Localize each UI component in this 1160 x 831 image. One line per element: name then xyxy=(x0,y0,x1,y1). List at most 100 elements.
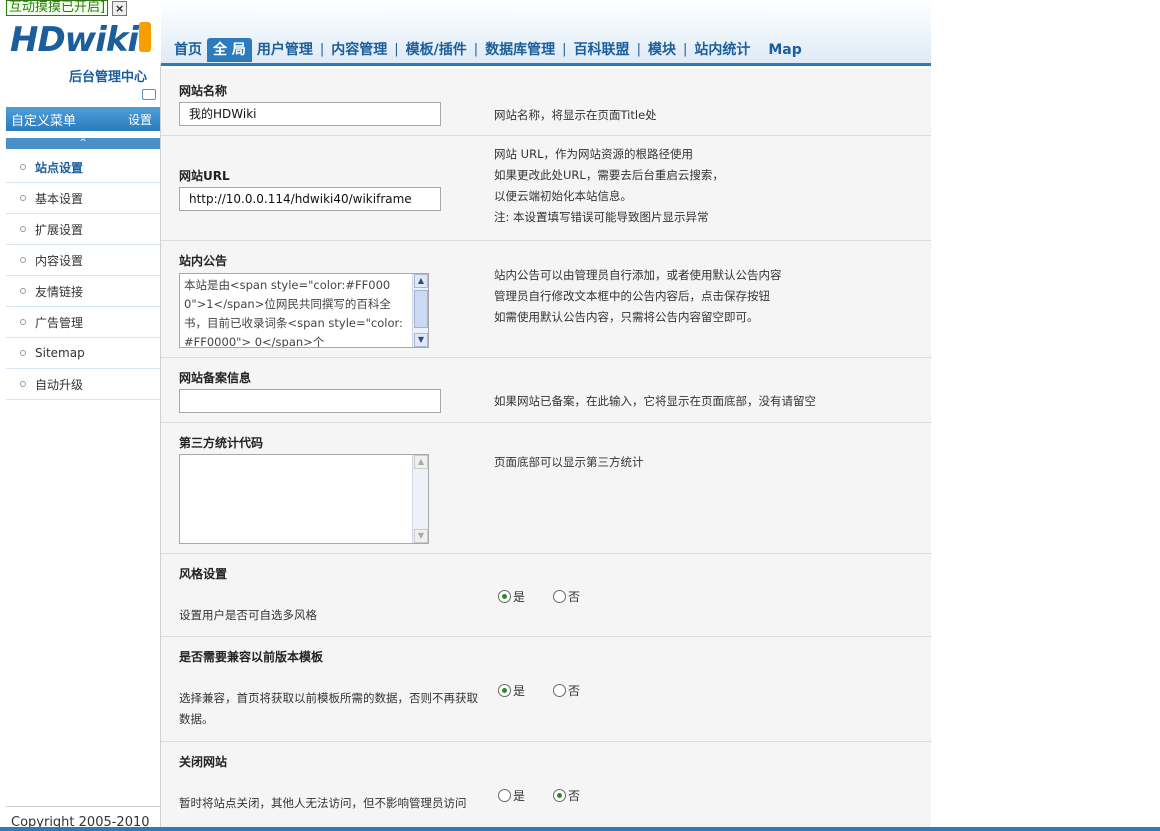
left-panel: 互动摸摸已开启] × HDwiki 后台管理中心 自定义菜单 设置 ^ 站点设置… xyxy=(0,0,161,831)
sidebar-item-label: 友情链接 xyxy=(35,284,84,299)
notice-desc-line: 管理员自行修改文本框中的公告内容后，点击保存按钮 xyxy=(494,289,770,303)
radio-icon[interactable] xyxy=(498,590,511,603)
style-radio-yes[interactable]: 是 xyxy=(498,588,525,605)
bottom-border xyxy=(0,827,1160,831)
sidebar-item-label: 站点设置 xyxy=(35,160,84,175)
bullet-icon xyxy=(20,381,26,387)
sidebar-item-content-settings[interactable]: 内容设置 xyxy=(6,245,160,276)
scroll-down-icon[interactable]: ▼ xyxy=(414,333,428,347)
nav-map[interactable]: Map xyxy=(763,38,806,62)
collapse-button[interactable]: ^ xyxy=(6,138,160,149)
stats-code-label: 第三方统计代码 xyxy=(179,436,264,450)
sidebar-item-sitemap[interactable]: Sitemap xyxy=(6,338,160,369)
compat-radio-group: 是 否 xyxy=(498,682,608,699)
nav-separator: | xyxy=(394,42,399,57)
style-label: 风格设置 xyxy=(179,567,228,581)
nav-content[interactable]: 内容管理 xyxy=(326,38,392,62)
bullet-icon xyxy=(20,164,26,170)
radio-icon[interactable] xyxy=(553,590,567,603)
scroll-up-icon[interactable]: ▲ xyxy=(414,455,428,469)
logo: HDwiki 后台管理中心 xyxy=(10,20,155,86)
notice-desc: 站内公告可以由管理员自行添加，或者使用默认公告内容 管理员自行修改文本框中的公告… xyxy=(494,265,782,328)
notice-textarea[interactable]: 本站是由<span style="color:#FF0000">1</span>… xyxy=(179,273,429,348)
top-nav-bar: 首页 全 局 用户管理 | 内容管理 | 模板/插件 | 数据库管理 | 百科联… xyxy=(161,0,931,66)
sidebar-item-label: 内容设置 xyxy=(35,253,84,268)
nav-statistics[interactable]: 站内统计 xyxy=(689,38,755,62)
nav-wiki-union[interactable]: 百科联盟 xyxy=(569,38,635,62)
nav-separator: | xyxy=(562,42,567,57)
nav-templates[interactable]: 模板/插件 xyxy=(401,38,472,62)
sidebar-item-auto-upgrade[interactable]: 自动升级 xyxy=(6,369,160,400)
sidebar-item-label: 扩展设置 xyxy=(35,222,84,237)
site-url-desc-line: 网站 URL，作为网站资源的根路径使用 xyxy=(494,147,693,161)
banner-text: 互动摸摸已开启] xyxy=(6,0,109,16)
radio-label: 是 xyxy=(513,684,526,698)
site-url-input[interactable]: http://10.0.0.114/hdwiki40/wikiframe xyxy=(179,187,441,211)
nav-users[interactable]: 用户管理 xyxy=(252,38,318,62)
interaction-banner: 互动摸摸已开启] × xyxy=(6,0,128,16)
site-name-label: 网站名称 xyxy=(179,84,228,98)
sidebar-item-label: 广告管理 xyxy=(35,315,84,330)
radio-label: 否 xyxy=(568,789,581,803)
style-radio-group: 是 否 xyxy=(498,588,608,605)
sidebar-item-extended-settings[interactable]: 扩展设置 xyxy=(6,214,160,245)
close-site-radio-yes[interactable]: 是 xyxy=(498,787,525,804)
sidebar-item-label: Sitemap xyxy=(35,346,85,360)
sidebar-item-ads[interactable]: 广告管理 xyxy=(6,307,160,338)
row-close-site: 关闭网站 暂时将站点关闭，其他人无法访问，但不影响管理员访问 是 否 xyxy=(161,742,931,831)
nav-separator: | xyxy=(682,42,688,57)
close-site-help: 暂时将站点关闭，其他人无法访问，但不影响管理员访问 xyxy=(179,796,467,810)
site-name-input[interactable]: 我的HDWiki xyxy=(179,102,441,126)
compat-radio-no[interactable]: 否 xyxy=(553,682,580,699)
nav-separator: | xyxy=(636,42,641,57)
sidebar-item-label: 基本设置 xyxy=(35,191,84,206)
sidebar-item-site-settings[interactable]: 站点设置 xyxy=(6,152,160,183)
nav-modules[interactable]: 模块 xyxy=(643,38,681,62)
scrollbar[interactable]: ▲ ▼ xyxy=(412,455,428,543)
notice-text: 本站是由<span style="color:#FF0000">1</span>… xyxy=(184,278,403,348)
sidebar-item-basic-settings[interactable]: 基本设置 xyxy=(6,183,160,214)
bullet-icon xyxy=(20,226,26,232)
nav-home[interactable]: 首页 xyxy=(169,38,207,62)
compat-help: 选择兼容，首页将获取以前模板所需的数据，否则不再获取数据。 xyxy=(179,691,478,726)
bullet-icon xyxy=(20,319,26,325)
sidebar-item-label: 自动升级 xyxy=(35,377,84,392)
custom-menu-title: 自定义菜单 xyxy=(11,113,77,129)
bullet-icon xyxy=(20,350,26,356)
bullet-icon xyxy=(20,195,26,201)
radio-icon[interactable] xyxy=(498,789,511,802)
close-site-radio-no[interactable]: 否 xyxy=(553,787,580,804)
scrollbar[interactable]: ▲ ▼ xyxy=(412,274,428,347)
radio-icon[interactable] xyxy=(553,684,567,697)
radio-icon[interactable] xyxy=(553,789,567,802)
row-notice: 站内公告 本站是由<span style="color:#FF0000">1</… xyxy=(161,241,931,358)
logo-badge-icon xyxy=(139,22,151,52)
site-url-desc-line: 以便云端初始化本站信息。 xyxy=(494,189,632,203)
nav-database[interactable]: 数据库管理 xyxy=(480,38,560,62)
radio-label: 是 xyxy=(513,590,526,604)
style-help: 设置用户是否可自选多风格 xyxy=(179,608,317,622)
sidebar-item-friend-links[interactable]: 友情链接 xyxy=(6,276,160,307)
custom-menu-settings-link[interactable]: 设置 xyxy=(128,111,152,128)
stats-code-textarea[interactable]: ▲ ▼ xyxy=(179,454,429,544)
notice-desc-line: 如需使用默认公告内容，只需将公告内容留空即可。 xyxy=(494,310,759,324)
close-site-label: 关闭网站 xyxy=(179,755,228,769)
close-site-radio-group: 是 否 xyxy=(498,787,608,804)
style-radio-no[interactable]: 否 xyxy=(553,588,580,605)
chat-bubble-icon[interactable] xyxy=(142,89,156,100)
compat-radio-yes[interactable]: 是 xyxy=(498,682,525,699)
close-icon[interactable]: × xyxy=(112,0,128,16)
radio-icon[interactable] xyxy=(498,684,511,697)
notice-desc-line: 站内公告可以由管理员自行添加，或者使用默认公告内容 xyxy=(494,268,782,282)
nav-global[interactable]: 全 局 xyxy=(207,38,252,62)
site-url-desc-line: 如果更改此处URL，需要去后台重启云搜索， xyxy=(494,168,724,182)
site-url-label: 网站URL xyxy=(179,169,230,183)
scroll-thumb[interactable] xyxy=(414,290,428,328)
radio-label: 否 xyxy=(568,590,581,604)
icp-input[interactable] xyxy=(179,389,441,413)
row-site-url: 网站URL http://10.0.0.114/hdwiki40/wikifra… xyxy=(161,136,931,241)
stats-code-desc: 页面底部可以显示第三方统计 xyxy=(494,455,644,469)
scroll-down-icon[interactable]: ▼ xyxy=(414,529,428,543)
icp-desc: 如果网站已备案，在此输入，它将显示在页面底部，没有请留空 xyxy=(494,394,816,408)
scroll-up-icon[interactable]: ▲ xyxy=(414,274,428,288)
